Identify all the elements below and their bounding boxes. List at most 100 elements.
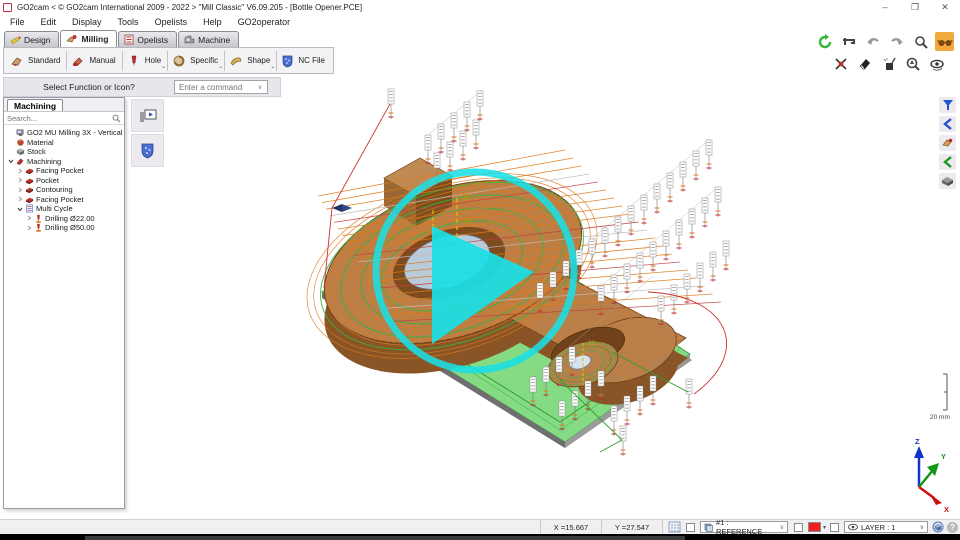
filter-icon[interactable] — [939, 97, 956, 113]
specific-button[interactable]: Specific ⌄ — [168, 52, 224, 70]
close-button[interactable]: ✕ — [930, 1, 960, 14]
command-input[interactable] — [174, 80, 268, 94]
chevron-down-icon: ∨ — [780, 524, 784, 531]
standard-cycle-icon — [10, 54, 24, 68]
design-icon — [10, 34, 21, 45]
hole-button[interactable]: Hole ⌄ — [123, 52, 167, 70]
tool-manager-button[interactable] — [131, 134, 164, 167]
tree-item-machining[interactable]: Machining — [4, 157, 124, 167]
menu-file[interactable]: File — [2, 17, 33, 27]
tab-machine[interactable]: Machine — [178, 31, 239, 47]
minimize-button[interactable]: – — [870, 1, 900, 14]
go2cam-window: 50 49 22 20 mm Z Y X — [0, 0, 960, 540]
layer-checkbox[interactable] — [830, 523, 839, 532]
tree-item-machine[interactable]: GO2 MU Milling 3X - Vertical — [4, 128, 124, 138]
layer-dropdown[interactable]: LAYER : 1 ∨ — [844, 521, 928, 533]
tab-opelists[interactable]: Opelists — [118, 31, 177, 47]
previous-green-icon[interactable] — [939, 154, 956, 170]
chevron-collapsed-icon[interactable] — [16, 177, 23, 183]
machine-icon — [184, 34, 195, 45]
chevron-collapsed-icon[interactable] — [16, 187, 23, 193]
color-picker[interactable]: ▾ — [808, 520, 826, 534]
manual-button[interactable]: Manual — [67, 52, 121, 70]
tree-item-facing-pocket-2[interactable]: Facing Pocket — [4, 195, 124, 205]
material-icon — [16, 138, 25, 147]
tree-item-facing-pocket-1[interactable]: Facing Pocket — [4, 166, 124, 176]
tree-search — [4, 112, 124, 125]
chevron-collapsed-icon[interactable] — [16, 196, 23, 202]
depth-label-50: 50 — [462, 193, 471, 202]
chevron-collapsed-icon[interactable] — [25, 225, 32, 231]
maximize-button[interactable]: ❐ — [900, 1, 930, 14]
shape-cycle-icon — [229, 54, 243, 68]
chevron-collapsed-icon[interactable] — [25, 215, 32, 221]
diameter-label-22: 22 — [588, 340, 596, 347]
tree-item-drilling-22[interactable]: Drilling Ø22.00 — [4, 214, 124, 224]
status-bar: X =15.667 Y =27.547 #1 : REFERENCE ∨ ▾ L… — [0, 519, 960, 534]
tool-display-icon[interactable] — [939, 135, 956, 151]
clean-wand-icon[interactable] — [879, 54, 898, 73]
dynamic-view-eye-icon[interactable] — [927, 54, 946, 73]
standard-button[interactable]: Standard — [6, 52, 66, 70]
reference-plane-icon — [704, 523, 713, 532]
tree-item-multi-cycle[interactable]: Multi Cycle — [4, 204, 124, 214]
tree-item-stock[interactable]: Stock — [4, 147, 124, 157]
reference-dropdown[interactable]: #1 : REFERENCE ∨ — [700, 521, 788, 533]
grid-icon — [668, 521, 681, 533]
tree-item-contouring[interactable]: Contouring — [4, 185, 124, 195]
tree-item-pocket[interactable]: Pocket — [4, 176, 124, 186]
chevron-down-icon[interactable]: ⌄ — [218, 63, 223, 70]
eye-icon — [848, 523, 858, 531]
drilling-icon — [34, 223, 43, 232]
simulation-button[interactable] — [131, 99, 164, 132]
grid-toggle[interactable] — [668, 520, 681, 534]
video-progress-bar[interactable] — [0, 534, 960, 540]
menu-tools[interactable]: Tools — [110, 17, 147, 27]
tree-item-material[interactable]: Material — [4, 138, 124, 148]
reference-checkbox[interactable] — [686, 523, 695, 532]
shape-button[interactable]: Shape ⌄ — [225, 52, 276, 70]
chevron-expanded-icon[interactable] — [7, 158, 14, 164]
quick-access-row-2 — [831, 54, 946, 73]
machining-icon — [16, 157, 25, 166]
x-coordinate: X =15.667 — [540, 520, 602, 534]
nc-file-button[interactable]: NC File — [277, 52, 331, 70]
eraser-icon[interactable] — [855, 54, 874, 73]
color-checkbox[interactable] — [794, 523, 803, 532]
axis-x-label: X — [944, 505, 949, 514]
opelists-icon — [124, 34, 134, 45]
caliper-measure-icon[interactable] — [839, 32, 858, 51]
chevron-down-icon: ▾ — [823, 524, 826, 531]
view-side-toolbar — [939, 97, 957, 189]
tab-design[interactable]: Design — [4, 31, 59, 47]
chevron-down-icon[interactable]: ⌄ — [161, 63, 166, 70]
menu-opelists[interactable]: Opelists — [147, 17, 196, 27]
regenerate-icon[interactable] — [815, 32, 834, 51]
chevron-down-icon[interactable]: ⌄ — [270, 63, 275, 70]
tab-machining[interactable]: Machining — [7, 99, 63, 111]
panel-tab-strip: Machining — [4, 98, 124, 112]
view-cube-icon — [932, 521, 945, 533]
contouring-icon — [25, 185, 34, 194]
ribbon: Design Milling Opelists Machine Standard — [0, 30, 960, 75]
tree-item-drilling-50[interactable]: Drilling Ø50.00 — [4, 223, 124, 233]
view-cube-button[interactable] — [932, 520, 945, 534]
measure-tools-icon[interactable] — [831, 54, 850, 73]
chevron-collapsed-icon[interactable] — [16, 168, 23, 174]
view-glasses-icon[interactable] — [935, 32, 954, 51]
menu-help[interactable]: Help — [195, 17, 230, 27]
menu-display[interactable]: Display — [64, 17, 110, 27]
tab-milling[interactable]: Milling — [60, 30, 117, 47]
menu-go2operator[interactable]: GO2operator — [230, 17, 299, 27]
zoom-search-icon[interactable] — [911, 32, 930, 51]
help-button[interactable]: ? — [947, 522, 958, 533]
hole-drill-icon — [127, 54, 141, 68]
zoom-fit-icon[interactable] — [903, 54, 922, 73]
stock-display-icon[interactable] — [939, 173, 956, 189]
redo-icon[interactable] — [887, 32, 906, 51]
undo-icon[interactable] — [863, 32, 882, 51]
chevron-expanded-icon[interactable] — [16, 206, 23, 212]
search-input[interactable] — [7, 114, 112, 123]
menu-edit[interactable]: Edit — [33, 17, 65, 27]
previous-blue-icon[interactable] — [939, 116, 956, 132]
